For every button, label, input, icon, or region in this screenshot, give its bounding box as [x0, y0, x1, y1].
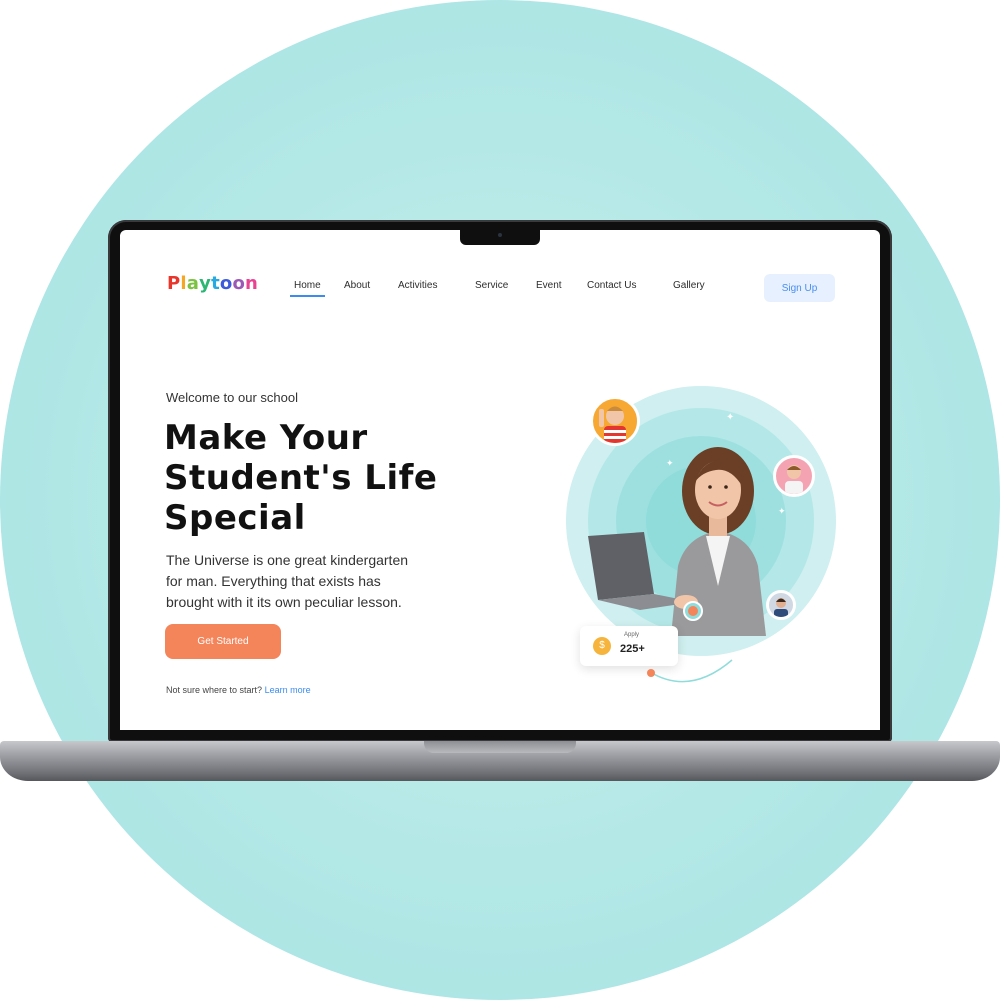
student-avatar [773, 455, 815, 497]
child-icon [785, 465, 803, 494]
description-line: brought with it its own peculiar lesson. [166, 594, 402, 610]
student-avatar [590, 396, 640, 446]
camera-icon [498, 233, 502, 237]
small-badge-avatar [683, 601, 703, 621]
nav-contact-us[interactable]: Contact Us [587, 280, 636, 291]
hero-description: The Universe is one great kindergarten f… [166, 550, 466, 613]
headline-line: Special [164, 498, 306, 538]
headline-line: Make Your [164, 418, 368, 458]
nav-home[interactable]: Home [290, 280, 325, 297]
description-line: The Universe is one great kindergarten [166, 552, 409, 568]
logo-letter: t [211, 273, 220, 294]
get-started-button[interactable]: Get Started [165, 624, 281, 659]
learn-more-link[interactable]: Learn more [265, 685, 311, 695]
stat-label: Apply [624, 632, 640, 638]
nav-service[interactable]: Service [475, 280, 508, 291]
laptop-base [0, 741, 1000, 781]
nav-event[interactable]: Event [536, 280, 562, 291]
hero-eyebrow: Welcome to our school [166, 390, 298, 405]
logo-letter: y [199, 273, 212, 294]
sign-up-button[interactable]: Sign Up [764, 274, 835, 302]
svg-text:✦: ✦ [778, 506, 786, 516]
svg-text:✦: ✦ [726, 412, 734, 423]
logo-letter: P [167, 273, 181, 294]
camera-notch [460, 228, 540, 245]
nav-activities[interactable]: Activities [398, 280, 437, 291]
headline-line: Student's Life [164, 458, 438, 498]
logo-letter: o [219, 273, 233, 294]
help-prompt: Not sure where to start? [166, 685, 263, 695]
hero-headline: Make Your Student's Life Special [164, 418, 484, 538]
laptop-hinge [424, 741, 576, 753]
laptop-screen: Playtoon Home About Activities Service E… [120, 230, 880, 730]
student-avatar [766, 590, 796, 620]
help-text: Not sure where to start? Learn more [166, 685, 311, 695]
coin-icon: $ [593, 637, 611, 655]
nav-about[interactable]: About [344, 280, 370, 291]
logo-letter: n [245, 273, 259, 294]
child-waving-icon [599, 406, 626, 443]
laptop-lid: Playtoon Home About Activities Service E… [108, 220, 892, 742]
svg-text:✦: ✦ [666, 458, 674, 468]
logo-letter: a [186, 273, 200, 294]
child-icon [774, 598, 788, 617]
star-icon [688, 606, 698, 616]
brand-logo[interactable]: Playtoon [167, 273, 258, 294]
decorative-arc [647, 659, 733, 683]
nav-gallery[interactable]: Gallery [673, 280, 705, 291]
description-line: for man. Everything that exists has [166, 573, 381, 589]
logo-letter: o [232, 273, 246, 294]
